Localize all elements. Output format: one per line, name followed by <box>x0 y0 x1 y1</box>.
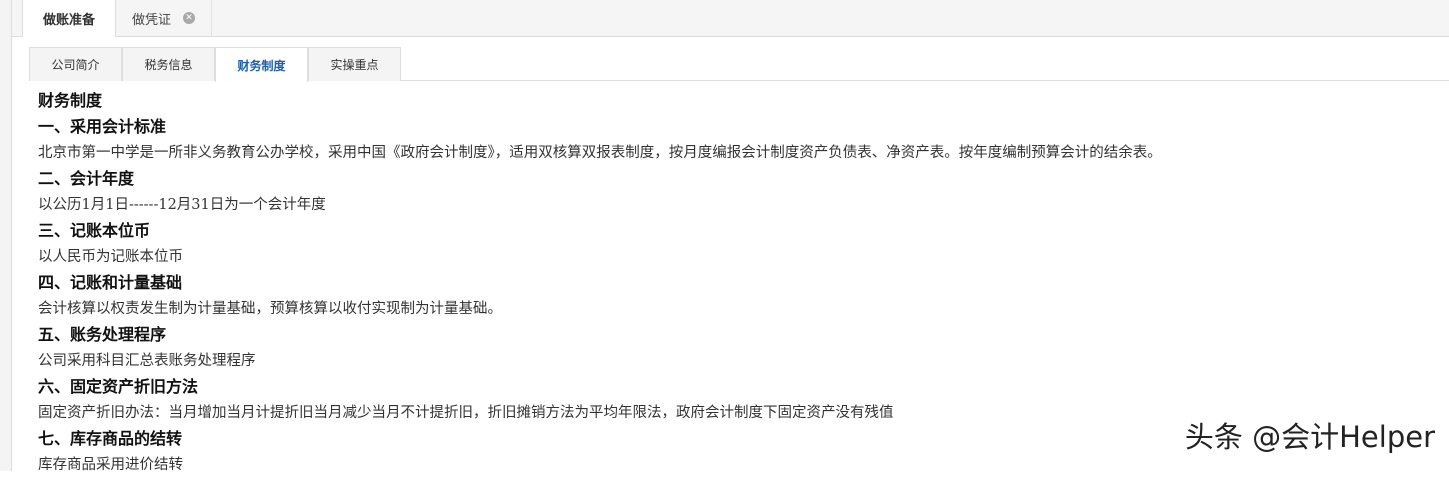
section-heading: 五、账务处理程序 <box>38 325 167 344</box>
left-panel-edge <box>0 0 12 471</box>
page-title: 财务制度 <box>38 91 103 110</box>
tab-label: 税务信息 <box>144 58 193 72</box>
section-text: 公司采用科目汇总表账务处理程序 <box>38 353 256 369</box>
section-heading: 六、固定资产折旧方法 <box>38 377 199 396</box>
tab-label: 公司简介 <box>51 58 100 72</box>
tab-financial-policy[interactable]: 财务制度 <box>215 47 308 82</box>
section-text: 以公历1月1日------12月31日为一个会计年度 <box>38 197 326 213</box>
section-text: 会计核算以权责发生制为计量基础，预算核算以收付实现制为计量基础。 <box>38 301 502 317</box>
section-heading: 二、会计年度 <box>38 169 135 188</box>
tab-label: 实操重点 <box>330 58 379 72</box>
tab-practice-points[interactable]: 实操重点 <box>308 47 401 81</box>
section-heading: 三、记账本位币 <box>38 221 151 240</box>
tab-make-voucher[interactable]: 做凭证 ✕ <box>116 0 212 36</box>
close-icon[interactable]: ✕ <box>183 12 196 24</box>
watermark: 头条 @会计Helper <box>1184 420 1435 454</box>
section-heading: 一、采用会计标准 <box>38 117 167 136</box>
sub-tab-bar: 公司简介 税务信息 财务制度 实操重点 <box>29 47 1449 82</box>
section-text: 北京市第一中学是一所非义务教育公办学校，采用中国《政府会计制度》，适用双核算双报… <box>38 145 1162 161</box>
tab-company-profile[interactable]: 公司简介 <box>29 47 122 81</box>
top-tab-bar: 做账准备 做凭证 ✕ <box>12 0 1449 37</box>
section-text: 以人民币为记账本位币 <box>38 249 183 265</box>
tab-tax-info[interactable]: 税务信息 <box>122 47 215 81</box>
tab-label: 做账准备 <box>42 13 95 28</box>
section-heading: 四、记账和计量基础 <box>38 273 183 292</box>
tab-label: 做凭证 <box>132 12 172 28</box>
tab-label: 财务制度 <box>237 58 286 73</box>
tab-accounting-prep[interactable]: 做账准备 <box>22 0 116 37</box>
